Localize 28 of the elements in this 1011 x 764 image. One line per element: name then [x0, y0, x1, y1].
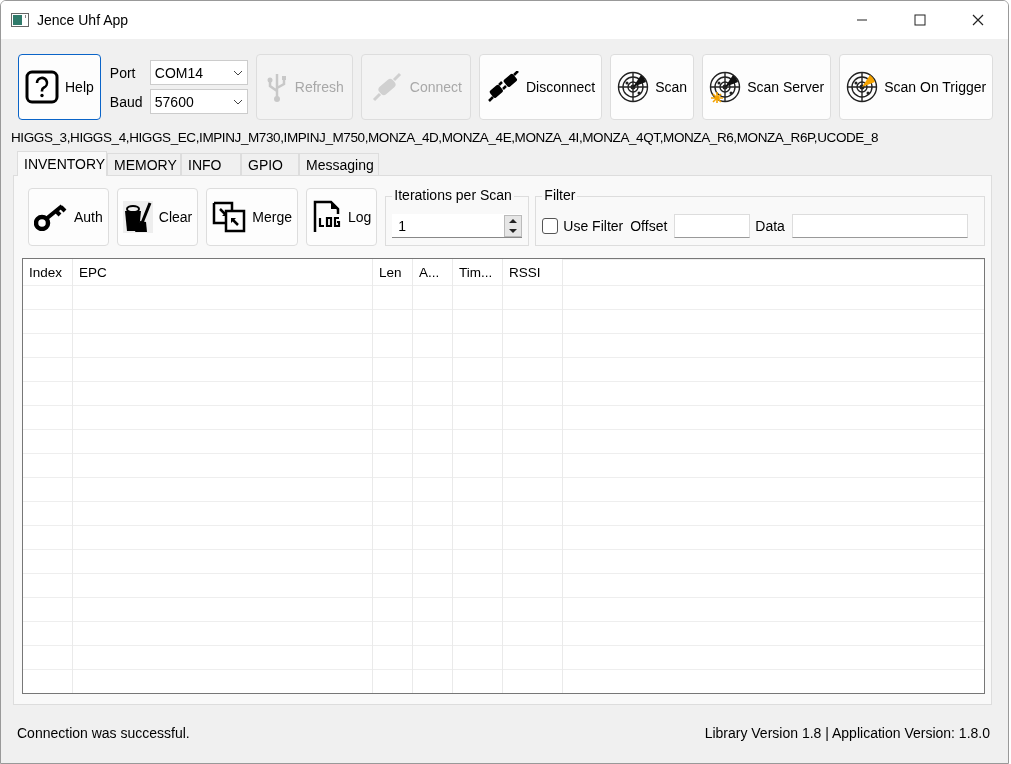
tab[interactable]: INVENTORY	[17, 151, 107, 176]
tab[interactable]: MEMORY	[107, 153, 181, 175]
window-title: Jence Uhf App	[37, 12, 129, 28]
dropdown[interactable]: 57600	[149, 89, 248, 114]
scan-button[interactable]: Scan	[610, 54, 695, 120]
version-text: Library Version 1.8 | Application Version: 1.8.0	[704, 725, 990, 741]
tag-types-text: HIGGS_3,HIGGS_4,HIGGS_EC,IMPINJ_M730,IMPINJ_M750,MONZA_4D,MONZA_4E,MONZA_4I,MONZA_4QT,MONZA_R6,MONZA_R6P,UCODE_8	[11, 130, 880, 145]
group-label: Iterations per Scan	[392, 187, 514, 203]
spin-box[interactable]: 1	[392, 214, 523, 238]
status-message: Connection was successful.	[17, 725, 190, 741]
scan-on-trigger-button[interactable]: Scan On Trigger	[839, 54, 994, 120]
field-label: Offset	[630, 218, 668, 234]
help-button[interactable]: Help	[18, 54, 101, 120]
field-label: Data	[755, 218, 785, 234]
tab[interactable]: GPIO	[241, 153, 299, 175]
group-label: Filter	[542, 187, 578, 203]
field-label: Baud	[109, 93, 144, 110]
disconnect-button[interactable]: Disconnect	[479, 54, 603, 120]
dropdown[interactable]: COM14	[149, 60, 248, 85]
tab[interactable]: Messaging	[299, 153, 379, 175]
log-button[interactable]: Log	[305, 188, 378, 246]
field-label: Port	[109, 64, 137, 81]
tab[interactable]: INFO	[181, 153, 241, 175]
checkbox-label: Use Filter	[563, 218, 624, 234]
scan-server-button[interactable]: Scan Server	[702, 54, 832, 120]
clear-button[interactable]: Clear	[116, 188, 199, 246]
merge-button[interactable]: Merge	[206, 188, 298, 246]
auth-button[interactable]: Auth	[28, 188, 109, 246]
